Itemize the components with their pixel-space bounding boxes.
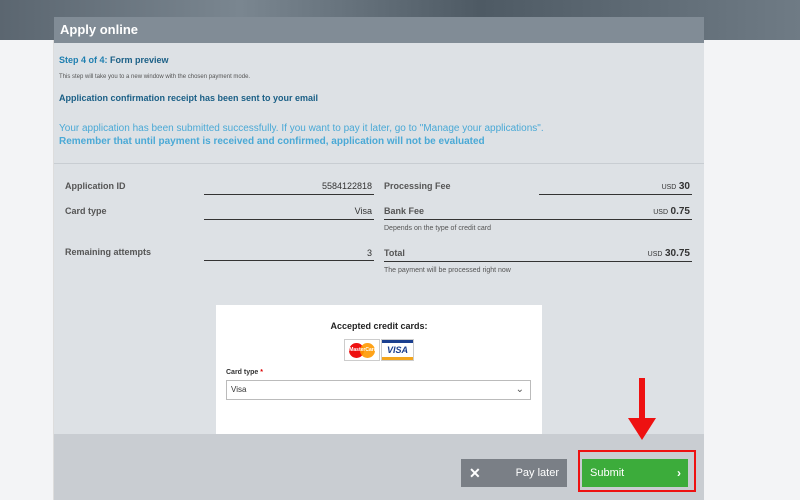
attempts-value: 3	[366, 248, 372, 258]
pay-later-button[interactable]: ✕ Pay later	[461, 459, 567, 487]
credit-card-box: Accepted credit cards: MasterCard VISA C…	[216, 305, 542, 450]
attempts-label: Remaining attempts	[65, 247, 152, 257]
processing-fee-value: USD 30	[554, 181, 690, 192]
confirmation-text: Application confirmation receipt has bee…	[59, 93, 319, 103]
mastercard-logo: MasterCard	[344, 339, 380, 361]
step-note: This step will take you to a new window …	[59, 74, 251, 80]
card-type-value: Visa	[354, 206, 372, 216]
step-prefix: Step 4 of 4:	[59, 55, 108, 65]
attempts-underline	[204, 260, 374, 261]
app-id-label: Application ID	[65, 181, 126, 191]
app-id-value: 5584122818	[321, 181, 372, 191]
required-mark: *	[260, 369, 263, 376]
total-value: USD 30.75	[554, 248, 690, 259]
apply-online-panel: Apply online Step 4 of 4: Form preview T…	[54, 17, 704, 500]
bank-fee-underline	[384, 219, 692, 220]
bank-fee-currency: USD	[653, 209, 669, 216]
mastercard-logo-text: MasterCard	[349, 347, 377, 353]
remember-message: Remember that until payment is received …	[59, 136, 485, 147]
submit-highlight-box	[578, 450, 696, 492]
bank-fee-label: Bank Fee	[384, 206, 425, 216]
total-amount: 30.75	[664, 248, 690, 259]
card-type-selected: Visa	[231, 385, 247, 394]
annotation-arrow-icon	[628, 418, 656, 440]
step-indicator: Step 4 of 4: Form preview	[59, 55, 169, 65]
bank-fee-value: USD 0.75	[554, 206, 690, 217]
summary-fields: Application ID 5584122818 Card type Visa…	[54, 164, 704, 304]
total-label: Total	[384, 248, 405, 258]
bank-fee-note: Depends on the type of credit card	[384, 225, 492, 232]
accepted-cards-title: Accepted credit cards:	[330, 321, 428, 331]
card-type-label: Card type	[65, 206, 107, 216]
step-name: Form preview	[110, 55, 169, 65]
panel-title: Apply online	[54, 17, 704, 43]
card-type-underline	[204, 219, 374, 220]
visa-logo-text: VISA	[386, 345, 408, 355]
chevron-down-icon: ⌄	[515, 384, 524, 395]
total-currency: USD	[647, 251, 663, 258]
processing-fee-label: Processing Fee	[384, 181, 451, 191]
processing-fee-amount: 30	[678, 181, 690, 192]
close-icon: ✕	[469, 465, 481, 481]
pay-later-label: Pay later	[515, 467, 559, 479]
total-note: The payment will be processed right now	[384, 267, 511, 274]
right-margin	[704, 40, 800, 500]
processing-fee-underline	[539, 194, 692, 195]
processing-fee-currency: USD	[661, 184, 677, 191]
intro-section: Step 4 of 4: Form preview This step will…	[54, 43, 704, 164]
annotation-arrow-shaft	[639, 378, 645, 422]
total-underline	[384, 261, 692, 262]
success-message: Your application has been submitted succ…	[59, 123, 544, 134]
card-type-select[interactable]: Visa ⌄	[226, 380, 531, 400]
left-margin	[0, 40, 54, 500]
app-id-underline	[204, 194, 374, 195]
card-type-select-label: Card type *	[226, 369, 263, 376]
visa-logo: VISA	[381, 339, 414, 361]
bank-fee-amount: 0.75	[670, 206, 690, 217]
